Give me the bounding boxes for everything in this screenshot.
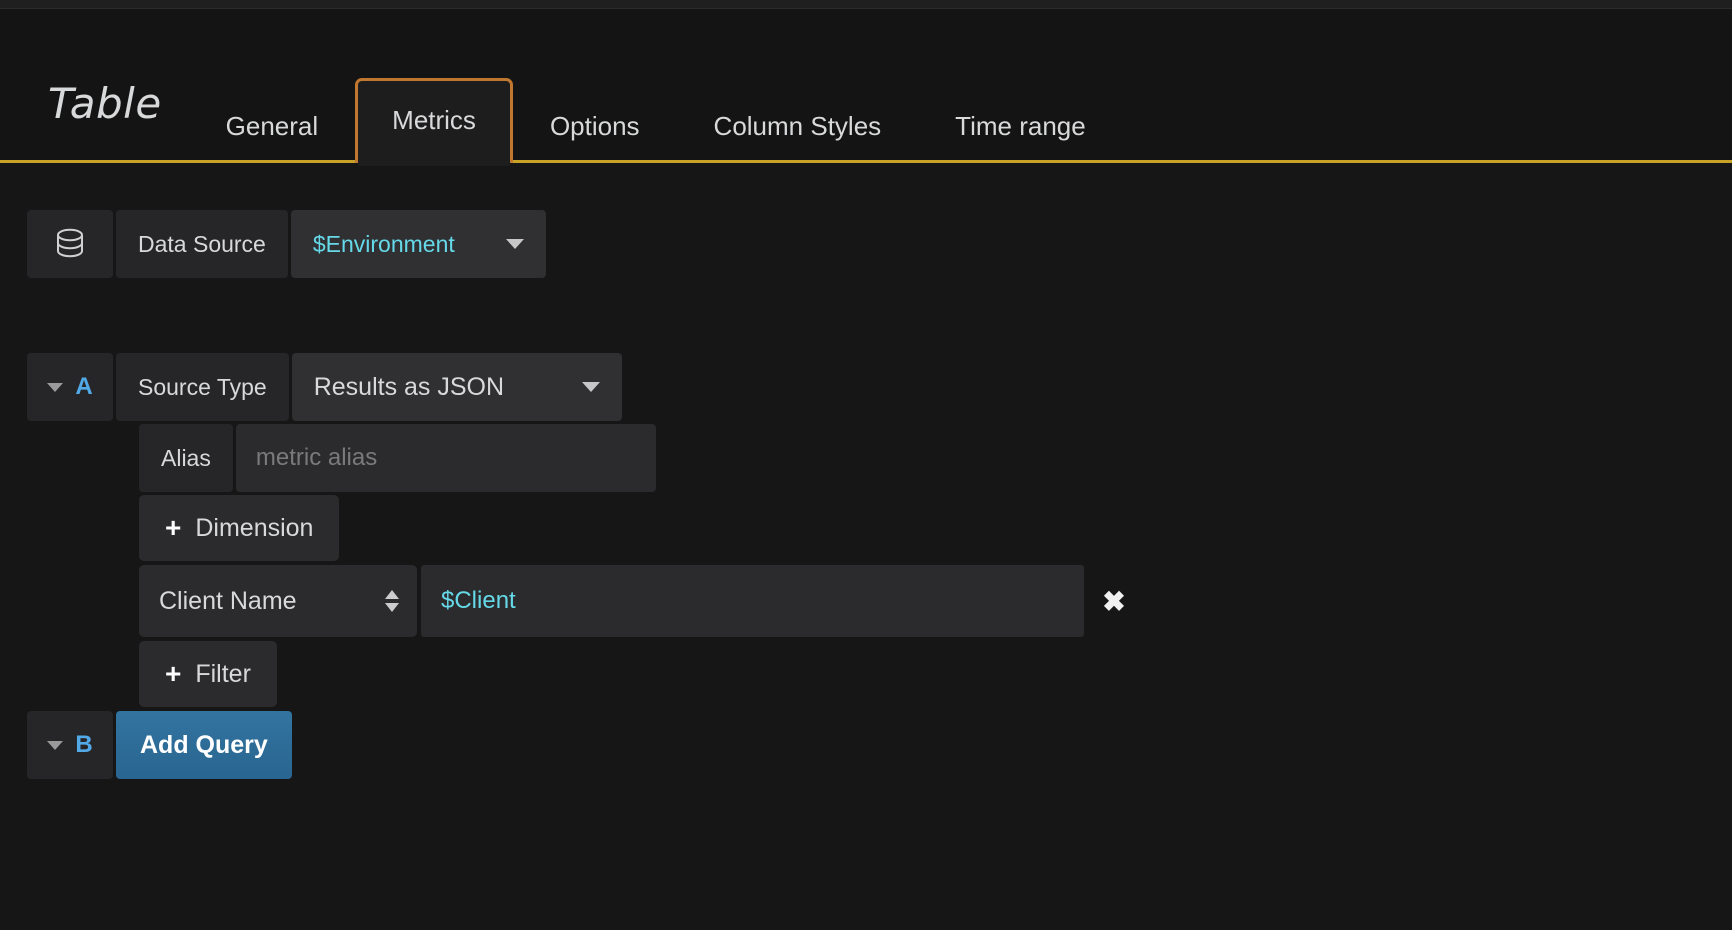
- row-spacer: [0, 281, 1732, 353]
- stepper-up-icon: [385, 590, 399, 599]
- query-b-letter: B: [75, 731, 93, 758]
- tab-column-styles[interactable]: Column Styles: [677, 92, 919, 163]
- alias-label: Alias: [139, 424, 233, 492]
- page-title: Table: [48, 79, 162, 128]
- dimension-value-input[interactable]: $Client: [421, 565, 1084, 637]
- query-b-toggle[interactable]: B: [27, 711, 113, 779]
- stepper-down-icon: [385, 603, 399, 612]
- source-type-label-text: Source Type: [138, 373, 267, 400]
- datasource-row: Data Source $Environment: [0, 210, 1732, 278]
- add-filter-label: Filter: [195, 659, 251, 688]
- dimension-row: Client Name $Client ✖: [112, 565, 1732, 637]
- add-query-button[interactable]: Add Query: [116, 711, 292, 779]
- datasource-label-text: Data Source: [138, 230, 266, 257]
- query-b-row: B Add Query: [0, 711, 1732, 779]
- query-a-letter: A: [75, 373, 93, 400]
- tab-metrics[interactable]: Metrics: [355, 78, 513, 166]
- dimension-key-value: Client Name: [159, 586, 297, 615]
- datasource-select[interactable]: $Environment: [290, 210, 546, 278]
- metrics-tab-content: Data Source $Environment A Source Type R…: [0, 166, 1732, 930]
- dimension-value-text: $Client: [441, 587, 516, 614]
- add-dimension-label: Dimension: [195, 513, 314, 542]
- alias-label-text: Alias: [161, 444, 211, 471]
- caret-down-icon: [47, 382, 64, 392]
- close-icon[interactable]: ✖: [1084, 565, 1144, 637]
- query-a-add-dimension-row: + Dimension: [112, 495, 1732, 561]
- source-type-selected-value: Results as JSON: [313, 372, 505, 401]
- panel-editor-header: Table General Metrics Options Column Sty…: [0, 9, 1732, 166]
- database-icon: [27, 210, 113, 278]
- editor-tab-strip: General Metrics Options Column Styles Ti…: [189, 9, 1123, 166]
- tab-options-label: Options: [549, 111, 640, 141]
- query-a-alias-row: Alias: [112, 424, 1732, 492]
- plus-icon: +: [165, 658, 182, 689]
- tab-column-styles-label: Column Styles: [713, 111, 882, 141]
- datasource-label: Data Source: [116, 210, 288, 278]
- chevron-down-icon: [505, 239, 524, 249]
- tab-time-range-label: Time range: [955, 111, 1086, 141]
- source-type-select[interactable]: Results as JSON: [291, 353, 622, 421]
- add-dimension-button[interactable]: + Dimension: [139, 495, 340, 561]
- caret-down-icon: [47, 740, 64, 750]
- tab-options[interactable]: Options: [513, 92, 677, 163]
- query-a-add-filter-row: + Filter: [112, 641, 1732, 707]
- updown-stepper-icon[interactable]: [385, 590, 399, 612]
- alias-input[interactable]: [235, 424, 656, 492]
- tab-general[interactable]: General: [189, 92, 356, 163]
- source-type-label: Source Type: [116, 353, 289, 421]
- dimension-key-select[interactable]: Client Name: [139, 565, 417, 637]
- datasource-selected-value: $Environment: [312, 230, 455, 257]
- add-filter-button[interactable]: + Filter: [139, 641, 277, 707]
- chevron-down-icon: [581, 382, 600, 392]
- tab-general-label: General: [225, 111, 319, 141]
- query-a-sourcetype-row: A Source Type Results as JSON: [0, 353, 1732, 421]
- plus-icon: +: [165, 512, 182, 543]
- tab-metrics-label: Metrics: [392, 105, 476, 135]
- tab-time-range[interactable]: Time range: [918, 92, 1123, 163]
- query-a-toggle[interactable]: A: [27, 353, 113, 421]
- window-top-strip: [0, 0, 1732, 9]
